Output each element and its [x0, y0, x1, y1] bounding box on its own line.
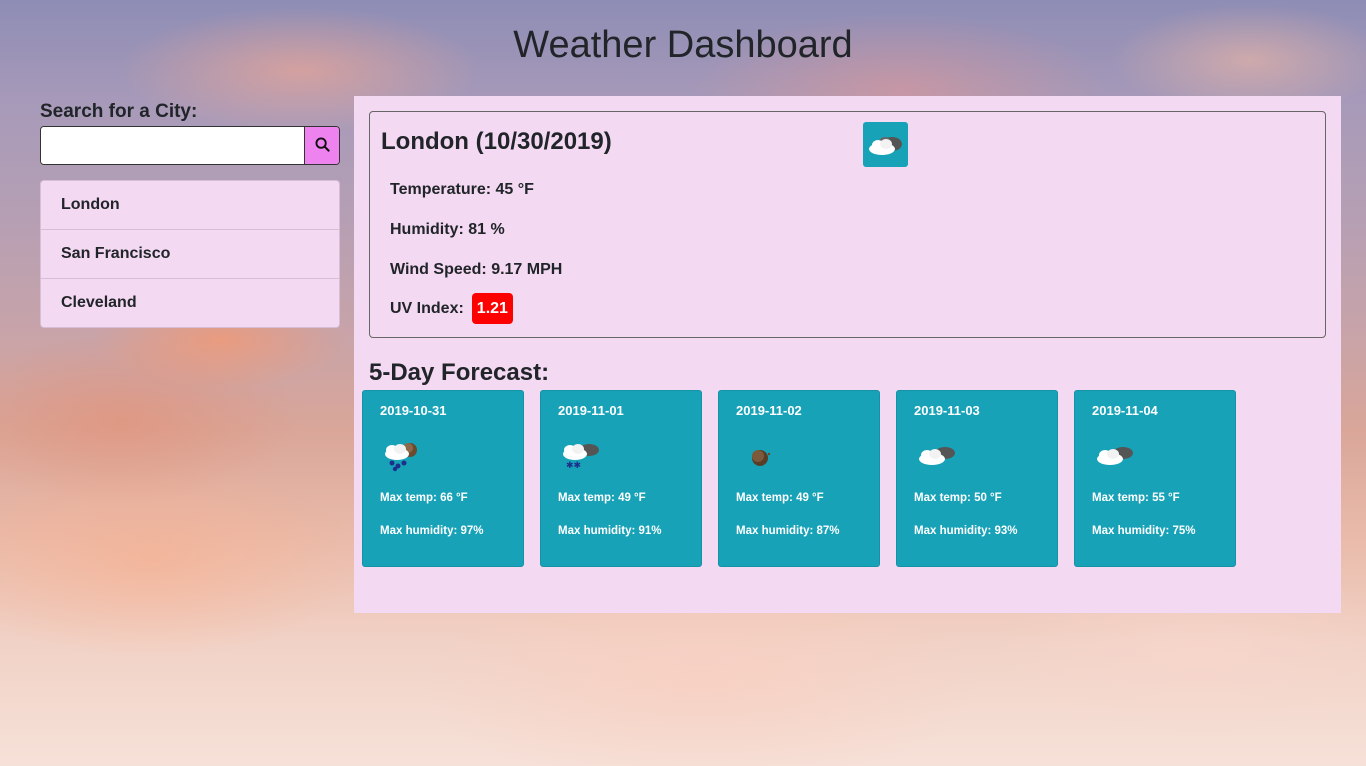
search-history-list: London San Francisco Cleveland — [40, 180, 340, 328]
forecast-card: 2019-10-31 Max temp: 66 °F Max humidity:… — [362, 390, 524, 567]
svg-text:✱✱: ✱✱ — [566, 461, 581, 471]
uv-index-row: UV Index: 1.21 — [390, 293, 513, 324]
cloudy-night-icon — [914, 439, 958, 473]
snow-night-icon: ✱✱ — [558, 439, 602, 473]
forecast-max-temp: Max temp: 49 °F — [736, 492, 824, 504]
forecast-max-temp: Max temp: 49 °F — [558, 492, 646, 504]
search-input[interactable] — [41, 127, 304, 164]
forecast-date: 2019-11-04 — [1092, 403, 1158, 418]
current-weather-card: London (10/30/2019) Temperature: 45 °F H… — [369, 111, 1326, 338]
forecast-max-humidity: Max humidity: 87% — [736, 525, 840, 537]
forecast-date: 2019-10-31 — [380, 403, 447, 418]
weather-panel: London (10/30/2019) Temperature: 45 °F H… — [354, 96, 1341, 613]
forecast-date: 2019-11-01 — [558, 403, 624, 418]
uv-index-badge: 1.21 — [471, 293, 513, 324]
cloudy-night-icon — [1092, 439, 1136, 473]
history-item-cleveland[interactable]: Cleveland — [41, 279, 339, 327]
forecast-max-humidity: Max humidity: 91% — [558, 525, 662, 537]
search-bar — [40, 126, 340, 165]
history-item-san-francisco[interactable]: San Francisco — [41, 230, 339, 279]
forecast-card: 2019-11-01 ✱✱ Max temp: 49 °F Max humidi… — [540, 390, 702, 567]
forecast-max-temp: Max temp: 55 °F — [1092, 492, 1180, 504]
cloudy-icon — [863, 122, 908, 167]
forecast-card: 2019-11-04 Max temp: 55 °F Max humidity:… — [1074, 390, 1236, 567]
city-title: London (10/30/2019) — [381, 128, 612, 155]
history-item-london[interactable]: London — [41, 181, 339, 230]
forecast-card: 2019-11-03 Max temp: 50 °F Max humidity:… — [896, 390, 1058, 567]
search-icon — [314, 136, 330, 155]
forecast-max-humidity: Max humidity: 93% — [914, 525, 1018, 537]
wind-speed-text: Wind Speed: 9.17 MPH — [390, 261, 563, 278]
forecast-max-humidity: Max humidity: 97% — [380, 525, 484, 537]
forecast-max-temp: Max temp: 66 °F — [380, 492, 468, 504]
page-title: Weather Dashboard — [513, 24, 853, 66]
forecast-date: 2019-11-03 — [914, 403, 980, 418]
humidity-text: Humidity: 81 % — [390, 221, 505, 238]
rain-night-icon — [380, 439, 424, 473]
forecast-card: 2019-11-02 Max temp: 49 °F Max humidity:… — [718, 390, 880, 567]
forecast-title: 5-Day Forecast: — [369, 359, 550, 386]
uv-index-label: UV Index: — [390, 300, 464, 317]
forecast-date: 2019-11-02 — [736, 403, 802, 418]
search-label: Search for a City: — [40, 101, 198, 122]
forecast-max-temp: Max temp: 50 °F — [914, 492, 1002, 504]
clear-night-icon — [736, 439, 780, 473]
search-button[interactable] — [304, 127, 339, 164]
forecast-max-humidity: Max humidity: 75% — [1092, 525, 1196, 537]
temperature-text: Temperature: 45 °F — [390, 181, 534, 198]
